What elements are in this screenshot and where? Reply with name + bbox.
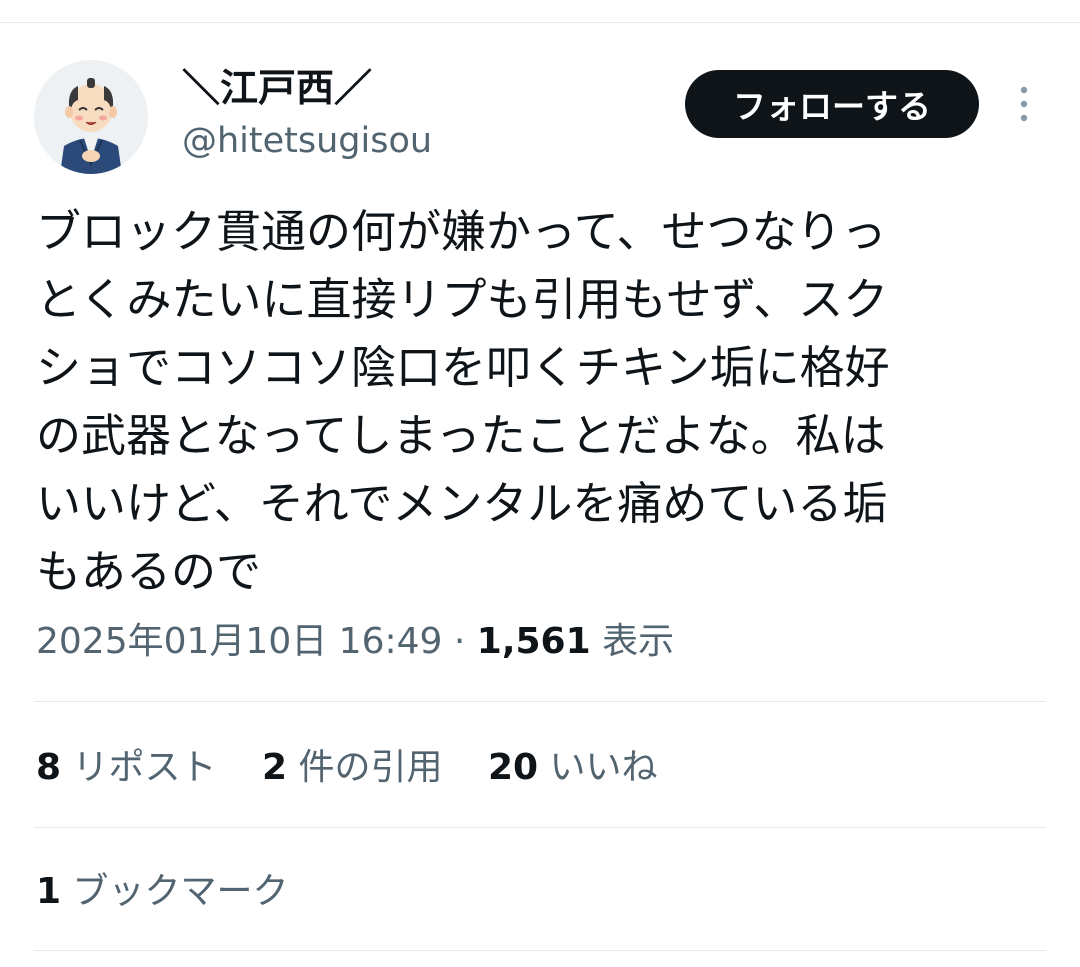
- samurai-avatar-icon: [60, 78, 122, 174]
- reposts-count: 8: [36, 747, 62, 788]
- tweet-meta: 2025年01月10日 16:49 · 1,561 表示: [36, 616, 674, 668]
- tweet-text-line: ブロック貫通の何が嫌かって、せつなりっ: [36, 205, 887, 258]
- follow-button[interactable]: フォローする: [685, 70, 979, 138]
- quotes-stat[interactable]: 2 件の引用: [262, 742, 443, 794]
- likes-stat[interactable]: 20 いいね: [488, 742, 658, 794]
- tweet-text: ブロック貫通の何が嫌かって、せつなりっ とくみたいに直接リプも引用もせず、スク …: [36, 198, 1016, 606]
- views-count: 1,561: [476, 621, 591, 662]
- more-vertical-icon: [1020, 86, 1028, 122]
- bookmarks-label: ブックマーク: [61, 871, 289, 912]
- display-name[interactable]: ＼江戸西／: [182, 62, 372, 114]
- views-label: 表示: [590, 621, 675, 662]
- likes-label: いいね: [538, 747, 658, 788]
- tweet-text-line: ショでコソコソ陰口を叩くチキン垢に格好: [36, 341, 890, 394]
- quotes-count: 2: [261, 747, 288, 788]
- reposts-stat[interactable]: 8 リポスト: [36, 742, 217, 794]
- divider: [34, 950, 1046, 951]
- tweet-text-line: とくみたいに直接リプも引用もせず、スク: [36, 273, 889, 326]
- quotes-label: 件の引用: [287, 747, 443, 788]
- divider: [34, 827, 1046, 828]
- user-handle[interactable]: @hitetsugisou: [182, 118, 432, 164]
- bookmarks-count: 1: [36, 871, 62, 912]
- likes-count: 20: [487, 747, 539, 788]
- avatar[interactable]: [34, 60, 148, 174]
- more-options-button[interactable]: [1006, 84, 1042, 124]
- tweet-text-line: もあるので: [36, 545, 262, 598]
- top-divider: [0, 22, 1080, 23]
- reposts-label: リポスト: [61, 747, 217, 788]
- meta-separator: ·: [442, 621, 477, 662]
- tweet-text-line: の武器となってしまったことだよな。私は: [36, 409, 886, 462]
- tweet-timestamp[interactable]: 2025年01月10日 16:49: [36, 621, 442, 662]
- engagement-stats: 8 リポスト 2 件の引用 20 いいね: [36, 742, 692, 794]
- divider: [34, 701, 1046, 702]
- bookmarks-stat[interactable]: 1 ブックマーク: [36, 866, 289, 918]
- tweet-text-line: いいけど、それでメンタルを痛めている垢: [36, 477, 888, 530]
